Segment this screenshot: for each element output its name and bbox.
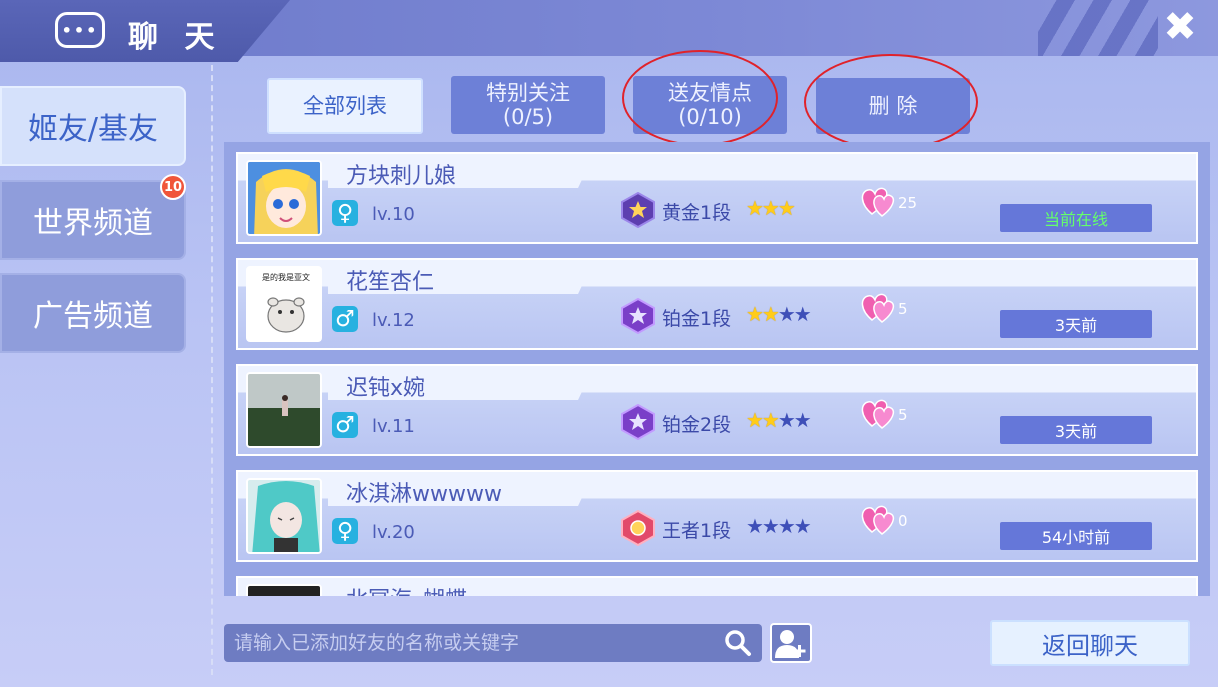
page-title: 聊 天: [128, 20, 223, 55]
sidebar-item-label: 姬友/基友: [27, 112, 159, 147]
friend-level: lv.10: [372, 204, 415, 225]
notification-badge: 10: [160, 174, 186, 200]
heart-count: 0: [898, 512, 908, 530]
friend-level: lv.11: [372, 416, 415, 437]
friend-list[interactable]: 方块刺儿娘 ♀ lv.10 黄金1段 ★★★ 25 当前在线 是的我是亚文 花笙…: [224, 142, 1210, 596]
avatar-image: [248, 374, 320, 446]
heart-count: 5: [898, 300, 908, 318]
rank-label: 王者1段: [662, 520, 732, 542]
sidebar-item-label: 广告频道: [33, 299, 153, 334]
star-icon: ★★★: [746, 196, 796, 220]
status-badge: 3天前: [1000, 416, 1152, 444]
friend-name: 冰淇淋wwwww: [346, 482, 502, 507]
avatar-image: [248, 162, 320, 234]
add-user-icon: [775, 630, 806, 658]
friend-name: 花笙杏仁: [346, 270, 435, 295]
rank-stars: ★★★★: [746, 408, 812, 432]
avatar[interactable]: 是的我是亚文: [246, 266, 322, 342]
decorative-stripes: [1038, 0, 1158, 56]
rank-stars: ★★★★: [746, 302, 812, 326]
highlight-circle: [804, 54, 978, 150]
rank-label: 铂金2段: [662, 414, 732, 436]
heart-icon: [861, 399, 894, 429]
friend-row[interactable]: 方块刺儿娘 ♀ lv.10 黄金1段 ★★★ 25 当前在线: [236, 152, 1198, 244]
star-icon: ★★: [777, 302, 812, 326]
button-count: (0/5): [502, 105, 554, 129]
sidebar-item-ad-channel[interactable]: 广告频道: [0, 273, 186, 353]
avatar[interactable]: [246, 584, 322, 596]
heart-icon: [861, 505, 894, 535]
sidebar-item-friends[interactable]: 姬友/基友: [0, 86, 186, 166]
avatar-image: [248, 480, 320, 552]
highlight-circle: [622, 50, 778, 146]
star-icon: ★★★★: [746, 514, 812, 538]
friend-name: 迟钝x婉: [346, 376, 426, 401]
friend-row[interactable]: 是的我是亚文 花笙杏仁 ♂ lv.12 铂金1段 ★★★★ 5 3天前: [236, 258, 1198, 350]
friend-name: 北冥海_蝴蝶: [346, 582, 467, 596]
back-to-chat-button[interactable]: 返回聊天: [990, 620, 1190, 666]
heart-count: 5: [898, 406, 908, 424]
friend-level: lv.12: [372, 310, 415, 331]
male-icon: ♂: [332, 412, 358, 438]
male-icon: ♂: [332, 306, 358, 332]
sidebar-item-label: 世界频道: [33, 206, 153, 241]
avatar[interactable]: [246, 160, 322, 236]
button-label: 特别关注: [486, 81, 570, 105]
star-icon: ★★: [777, 408, 812, 432]
sidebar-item-world-channel[interactable]: 世界频道 10: [0, 174, 186, 260]
avatar[interactable]: [246, 478, 322, 554]
friend-name: 方块刺儿娘: [346, 164, 457, 189]
all-list-button[interactable]: 全部列表: [267, 78, 423, 134]
status-badge: 当前在线: [1000, 204, 1152, 232]
star-icon: ★★: [746, 408, 780, 432]
star-icon: ★★: [746, 302, 780, 326]
friend-row[interactable]: 北冥海_蝴蝶: [236, 576, 1198, 596]
close-button[interactable]: ✖: [1160, 7, 1200, 48]
search-bar: [224, 624, 762, 662]
heart-icon: [861, 293, 894, 323]
friend-row[interactable]: 迟钝x婉 ♂ lv.11 铂金2段 ★★★★ 5 3天前: [236, 364, 1198, 456]
button-label: 全部列表: [303, 94, 387, 118]
button-label: 返回聊天: [1042, 631, 1138, 660]
platinum-rank-icon: [621, 298, 655, 334]
status-badge: 3天前: [1000, 310, 1152, 338]
female-icon: ♀: [332, 200, 358, 226]
rank-stars: ★★★: [746, 196, 796, 220]
platinum-rank-icon: [621, 404, 655, 440]
add-friend-button[interactable]: [770, 623, 812, 663]
search-icon[interactable]: [724, 629, 752, 657]
avatar[interactable]: [246, 372, 322, 448]
rank-stars: ★★★★: [746, 514, 812, 538]
status-badge: 54小时前: [1000, 522, 1152, 550]
divider: [211, 65, 213, 675]
king-rank-icon: [621, 510, 655, 546]
heart-icon: [861, 187, 894, 217]
special-follow-button[interactable]: 特别关注 (0/5): [451, 76, 605, 134]
friend-level: lv.20: [372, 522, 415, 543]
heart-count: 25: [898, 194, 918, 212]
gold-rank-icon: [621, 192, 655, 228]
rank-label: 铂金1段: [662, 308, 732, 330]
friend-row[interactable]: 冰淇淋wwwww ♀ lv.20 王者1段 ★★★★ 0 54小时前: [236, 470, 1198, 562]
search-input[interactable]: [224, 624, 714, 662]
chat-bubble-icon: •••: [55, 12, 105, 48]
rank-label: 黄金1段: [662, 202, 732, 224]
avatar-caption: 是的我是亚文: [262, 273, 310, 282]
female-icon: ♀: [332, 518, 358, 544]
